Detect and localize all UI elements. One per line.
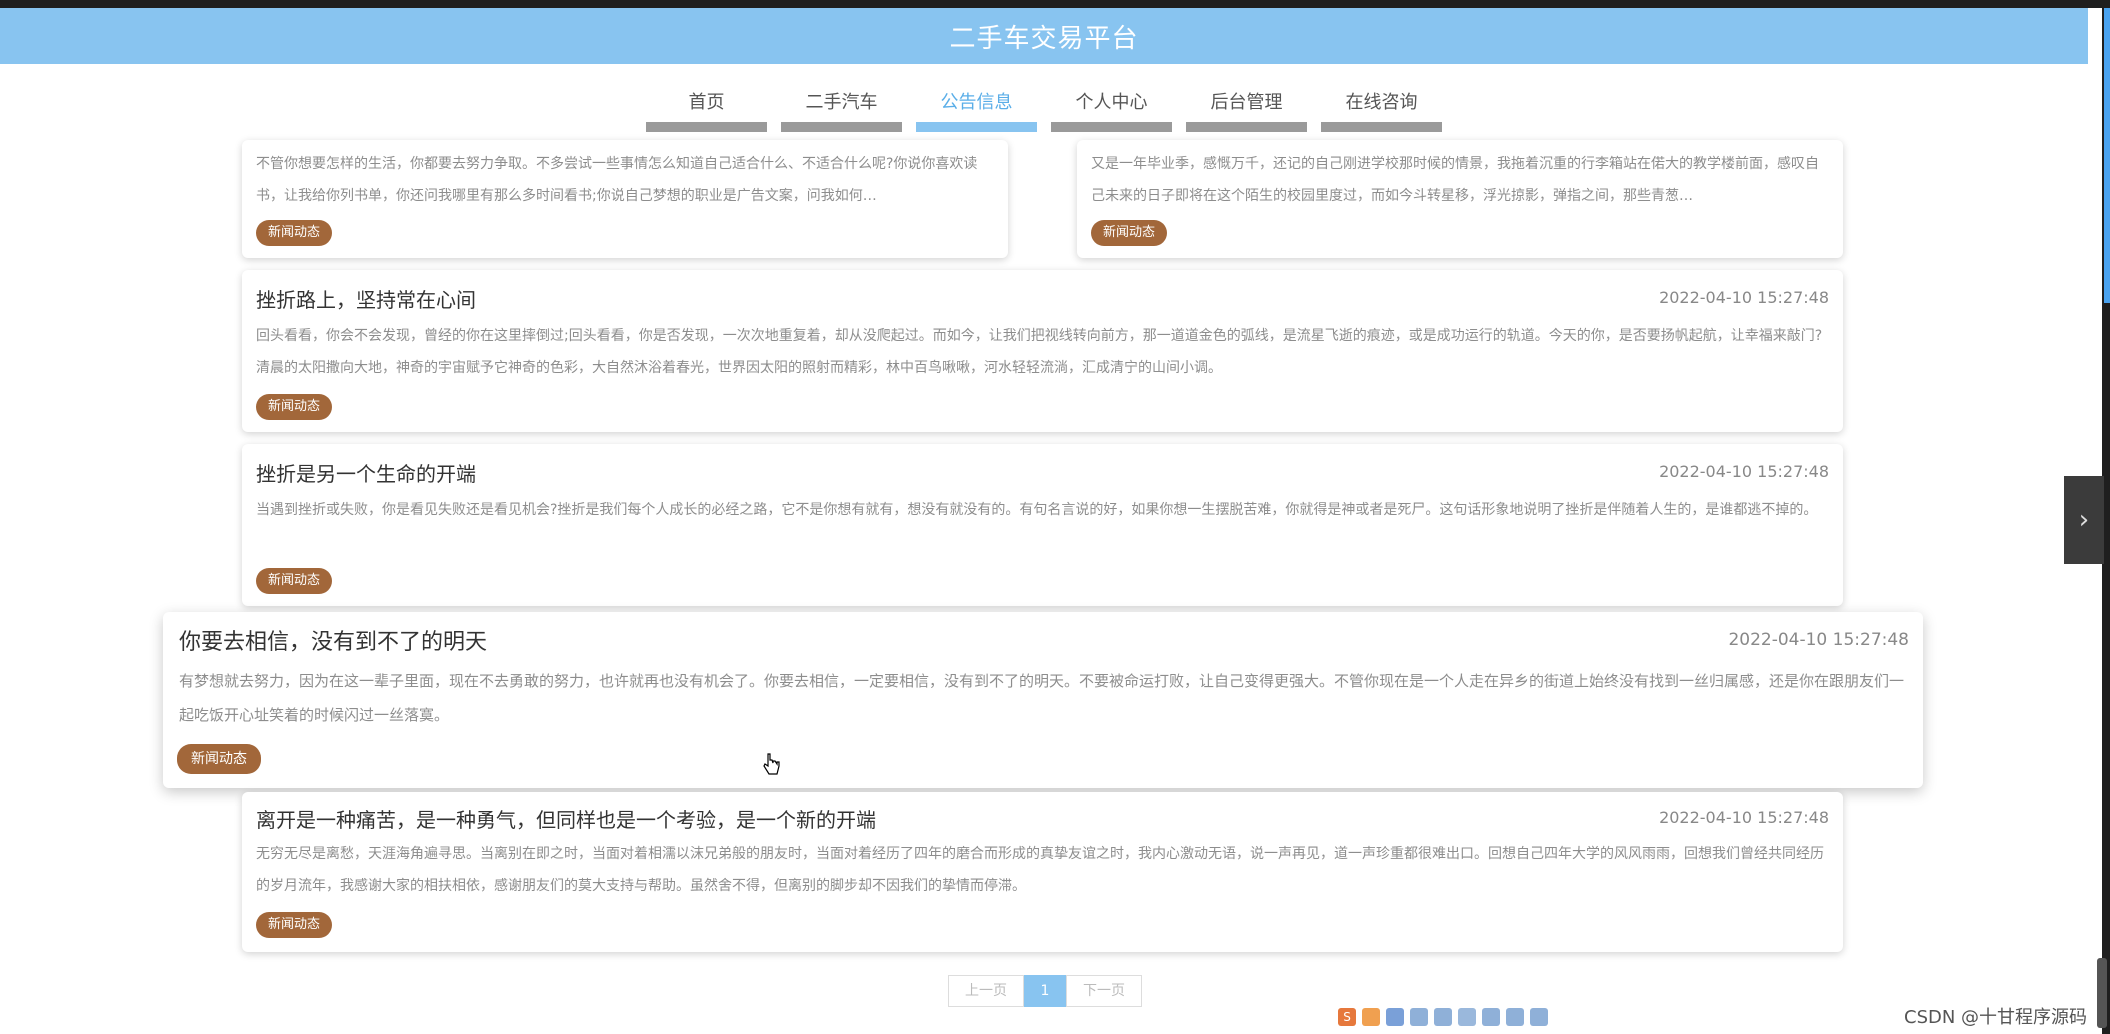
nav-item-personal-center[interactable]: 个人中心 [1051,80,1172,132]
page-number-button[interactable]: 1 [1024,975,1066,1007]
nav-item-home[interactable]: 首页 [646,80,767,132]
extension-icon[interactable]: S [1338,1008,1356,1026]
nav-underline [646,122,767,132]
nav-item-label: 后台管理 [1210,92,1283,113]
pagination: 上一页 1 下一页 [948,975,1142,1007]
keyboard-icon[interactable] [1434,1008,1452,1026]
news-card-desc: 不管你想要怎样的生活，你都要去努力争取。不多尝试一些事情怎么知道自己适合什么、不… [256,156,978,204]
grid-icon[interactable] [1482,1008,1500,1026]
user-icon[interactable] [1458,1008,1476,1026]
nav-item-label: 公告信息 [940,92,1013,113]
news-card[interactable]: 又是一年毕业季，感慨万千，还记的自己刚进学校那时候的情景，我拖着沉重的行李箱站在… [1077,140,1843,258]
window-top-bar [0,0,2110,8]
nav-item-admin[interactable]: 后台管理 [1186,80,1307,132]
news-card-title[interactable]: 挫折路上，坚持常在心间 [256,284,476,313]
nav-item-label: 个人中心 [1075,92,1148,113]
news-card-desc: 有梦想就去努力，因为在这一辈子里面，现在不去勇敢的努力，也许就再也没有机会了。你… [179,672,1905,724]
news-card-date: 2022-04-10 15:27:48 [1659,808,1829,827]
prev-page-button[interactable]: 上一页 [948,975,1024,1007]
news-card-desc: 无穷无尽是离愁，天涯海角遍寻思。当离别在即之时，当面对着相濡以沫兄弟般的朋友时，… [256,846,1824,894]
watermark: CSDN @十甘程序源码 [1904,1007,2088,1028]
nav-underline [781,122,902,132]
news-card-title[interactable]: 挫折是另一个生命的开端 [256,458,476,487]
news-tag[interactable]: 新闻动态 [256,568,333,594]
news-card[interactable]: 挫折是另一个生命的开端 2022-04-10 15:27:48 当遇到挫折或失败… [242,444,1843,606]
news-card-desc: 当遇到挫折或失败，你是看见失败还是看见机会?挫折是我们每个人成长的必经之路，它不… [256,502,1818,518]
scrollbar-thumb[interactable] [2097,958,2107,1028]
nav-underline [1051,122,1172,132]
browser-extension-toolbar: S [1338,1008,1548,1026]
news-tag[interactable]: 新闻动态 [256,220,333,246]
news-card-title[interactable]: 你要去相信，没有到不了的明天 [179,624,487,656]
dots-icon[interactable] [1410,1008,1428,1026]
news-card[interactable]: 挫折路上，坚持常在心间 2022-04-10 15:27:48 回头看看，你会不… [242,270,1843,432]
news-card-hovered[interactable]: 你要去相信，没有到不了的明天 2022-04-10 15:27:48 有梦想就去… [163,612,1923,788]
news-card[interactable]: 离开是一种痛苦，是一种勇气，但同样也是一个考验，是一个新的开端 2022-04-… [242,792,1843,952]
news-tag[interactable]: 新闻动态 [1091,220,1168,246]
news-card-desc: 回头看看，你会不会发现，曾经的你在这里摔倒过;回头看看，你是否发现，一次次地重复… [256,328,1823,376]
news-card-date: 2022-04-10 15:27:48 [1728,630,1909,650]
gear-icon[interactable] [1530,1008,1548,1026]
side-expand-button[interactable]: › [2064,476,2104,564]
hand-cursor-icon [763,753,780,775]
news-card-date: 2022-04-10 15:27:48 [1659,288,1829,307]
news-tag[interactable]: 新闻动态 [256,394,333,420]
news-card-title[interactable]: 离开是一种痛苦，是一种勇气，但同样也是一个考验，是一个新的开端 [256,804,876,833]
nav-item-label: 在线咨询 [1345,92,1418,113]
news-card-date: 2022-04-10 15:27:48 [1659,462,1829,481]
shirt-icon[interactable] [1506,1008,1524,1026]
site-title: 二手车交易平台 [949,23,1139,54]
nav-item-label: 二手汽车 [805,92,878,113]
scrollbar-accent [2104,8,2110,303]
extension-icon[interactable] [1362,1008,1380,1026]
site-header: 二手车交易平台 [0,8,2088,64]
moon-icon[interactable] [1386,1008,1404,1026]
next-page-button[interactable]: 下一页 [1066,975,1142,1007]
news-tag[interactable]: 新闻动态 [256,912,333,938]
nav-item-announcements[interactable]: 公告信息 [916,80,1037,132]
chevron-right-icon: › [2078,505,2090,535]
nav-item-used-cars[interactable]: 二手汽车 [781,80,902,132]
nav-underline [1321,122,1442,132]
news-tag[interactable]: 新闻动态 [177,744,261,774]
nav-underline [916,122,1037,132]
nav-underline [1186,122,1307,132]
nav-item-label: 首页 [688,92,725,113]
news-card-desc: 又是一年毕业季，感慨万千，还记的自己刚进学校那时候的情景，我拖着沉重的行李箱站在… [1091,156,1819,204]
main-nav: 首页 二手汽车 公告信息 个人中心 后台管理 在线咨询 [646,80,1456,132]
nav-item-online-consult[interactable]: 在线咨询 [1321,80,1442,132]
news-card[interactable]: 不管你想要怎样的生活，你都要去努力争取。不多尝试一些事情怎么知道自己适合什么、不… [242,140,1008,258]
